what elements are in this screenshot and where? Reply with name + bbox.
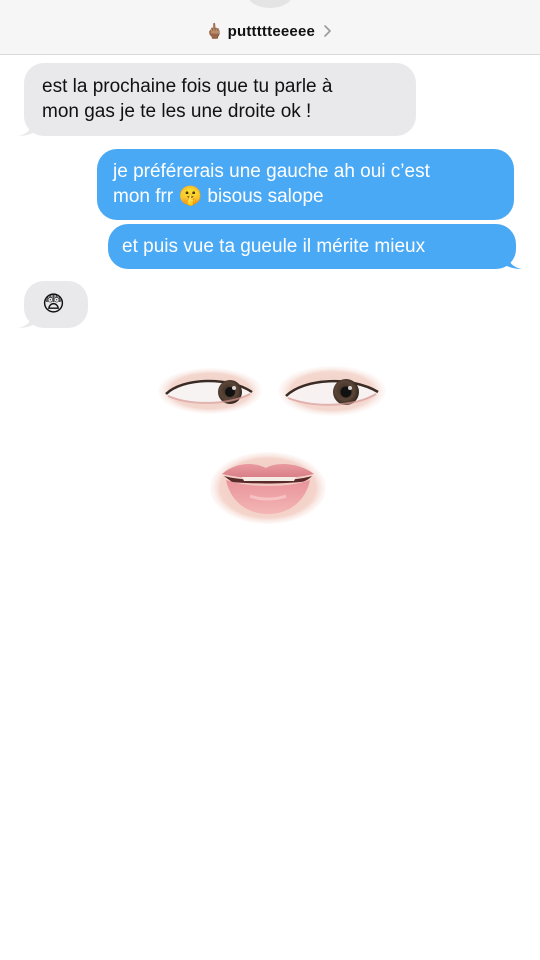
message-bubble-outgoing[interactable]: je préférerais une gauche ah oui c’est m… xyxy=(97,149,514,220)
lips-sticker[interactable] xyxy=(210,452,326,524)
conversation-header: 🖕🏽 puttttteeeee xyxy=(0,0,540,55)
contact-avatar[interactable] xyxy=(246,0,294,8)
eye-sticker-left[interactable] xyxy=(158,368,262,414)
contact-name: puttttteeeee xyxy=(227,22,316,40)
message-bubble-incoming[interactable]: 😨 xyxy=(18,281,88,328)
contact-emoji: 🖕🏽 xyxy=(204,22,224,40)
bubble-tail xyxy=(18,312,38,328)
bubble-tail xyxy=(18,120,38,136)
message-text: est la prochaine fois que tu parle à mon… xyxy=(42,76,333,122)
imessage-screen: 🖕🏽 puttttteeeee est la prochaine fois qu… xyxy=(0,0,540,960)
message-text: je préférerais une gauche ah oui c’est m… xyxy=(113,161,430,207)
contact-name-button[interactable]: 🖕🏽 puttttteeeee xyxy=(0,20,540,42)
eye-sticker-right[interactable] xyxy=(278,366,386,416)
message-bubble-incoming[interactable]: est la prochaine fois que tu parle à mon… xyxy=(18,63,416,136)
bubble-tail xyxy=(502,253,522,269)
message-text: et puis vue ta gueule il mérite mieux xyxy=(122,236,426,257)
message-emoji: 😨 xyxy=(42,291,65,316)
chevron-right-icon xyxy=(324,25,331,37)
message-bubble-outgoing[interactable]: et puis vue ta gueule il mérite mieux xyxy=(108,224,522,269)
